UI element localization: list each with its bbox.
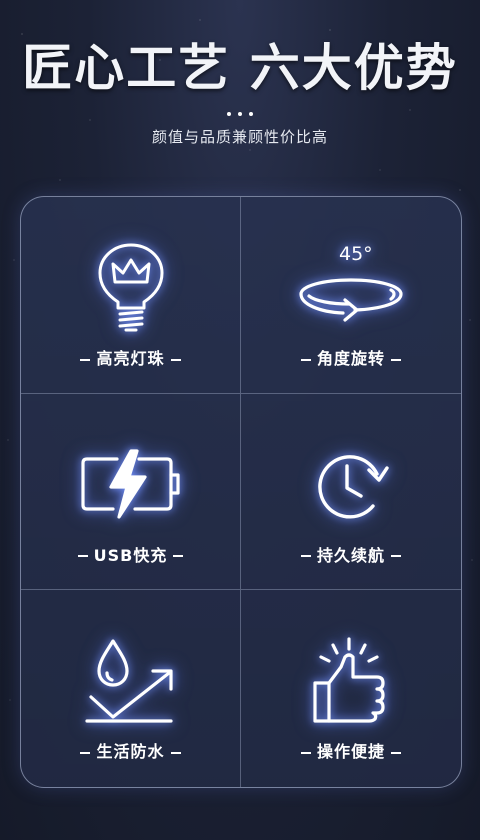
header: 匠心工艺 六大优势 颜值与品质兼顾性价比高 <box>0 36 480 147</box>
features-card: 高亮灯珠 45° 角度旋转 USB快充 持久续航 生活防水 操作便捷 <box>20 196 462 788</box>
feature-bright-led: 高亮灯珠 <box>21 197 241 394</box>
feature-label: 高亮灯珠 <box>21 345 240 369</box>
dot <box>238 112 242 116</box>
angle-text: 45° <box>339 243 373 265</box>
features-grid: 高亮灯珠 45° 角度旋转 USB快充 持久续航 生活防水 操作便捷 <box>21 197 461 787</box>
feature-easy-operation: 操作便捷 <box>241 590 461 787</box>
rotation-icon: 45° <box>296 237 406 337</box>
feature-waterproof: 生活防水 <box>21 590 241 787</box>
feature-label: 角度旋转 <box>241 345 461 369</box>
clock-refresh-icon <box>296 434 406 534</box>
feature-label: 持久续航 <box>241 542 461 566</box>
dot <box>227 112 231 116</box>
page-subtitle: 颜值与品质兼顾性价比高 <box>151 128 328 146</box>
dot <box>249 112 253 116</box>
battery-charging-icon <box>76 434 186 534</box>
feature-long-endurance: 持久续航 <box>241 394 461 591</box>
title-dots <box>0 112 480 116</box>
lightbulb-crown-icon <box>76 237 186 337</box>
water-drop-icon <box>76 630 186 730</box>
page-title: 匠心工艺 六大优势 <box>22 39 458 97</box>
feature-angle-rotation: 45° 角度旋转 <box>241 197 461 394</box>
feature-label: 生活防水 <box>21 738 240 762</box>
thumbs-up-icon <box>296 630 406 730</box>
feature-label: USB快充 <box>21 542 240 566</box>
feature-usb-charging: USB快充 <box>21 393 241 591</box>
feature-label: 操作便捷 <box>241 738 461 762</box>
